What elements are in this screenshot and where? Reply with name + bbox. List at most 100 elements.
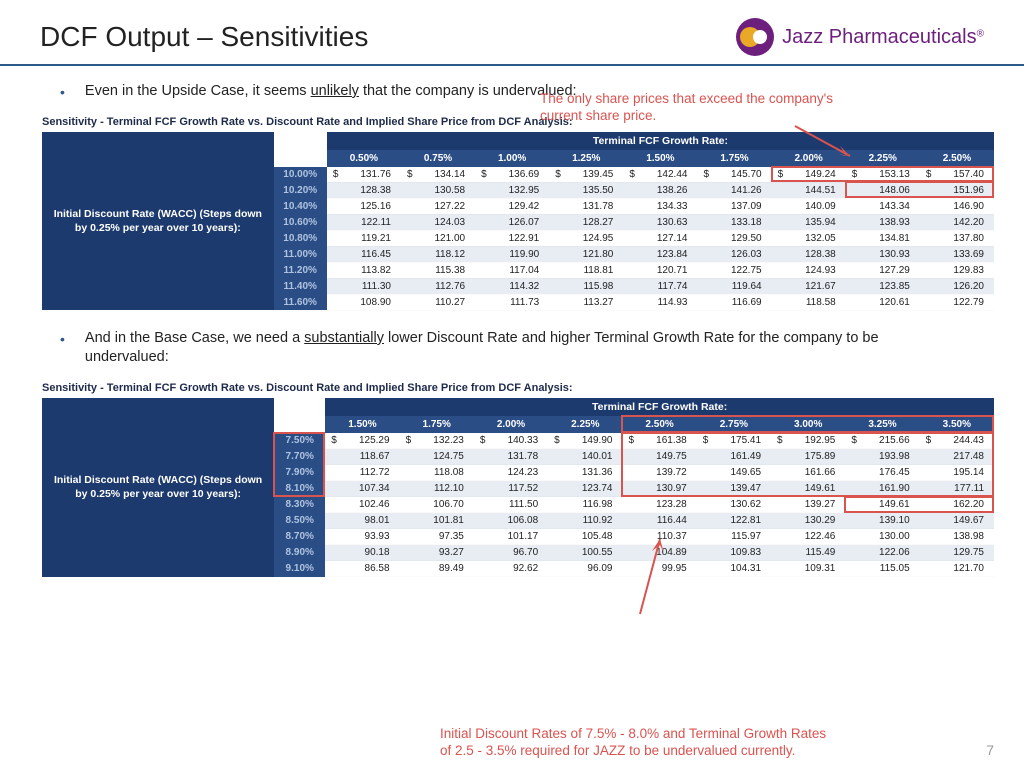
cell: 217.48: [920, 449, 994, 465]
cell: $136.69: [475, 167, 549, 183]
cell: 134.81: [846, 230, 920, 246]
cell: 138.98: [920, 529, 994, 545]
col-header: 2.25%: [548, 416, 622, 433]
cell: 117.74: [623, 278, 697, 294]
cell: $192.95: [771, 433, 845, 449]
bullet-1-text: Even in the Upside Case, it seems unlike…: [85, 82, 577, 102]
brand-name: Jazz Pharmaceuticals: [782, 26, 977, 48]
cell: 149.75: [622, 449, 696, 465]
cell: 126.03: [697, 246, 771, 262]
side-label: Initial Discount Rate (WACC) (Steps down…: [42, 132, 274, 311]
cell: 120.61: [846, 294, 920, 310]
cell: 86.58: [325, 561, 399, 577]
cell: 121.80: [549, 246, 623, 262]
row-header: 8.70%: [274, 529, 325, 545]
cell: 93.93: [325, 529, 399, 545]
cell: 127.29: [846, 262, 920, 278]
row-header: 10.40%: [274, 198, 327, 214]
annotation-2: Initial Discount Rates of 7.5% - 8.0% an…: [440, 725, 840, 760]
cell: 128.38: [772, 246, 846, 262]
col-header: 3.50%: [920, 416, 994, 433]
cell: 122.11: [327, 214, 401, 230]
cell: 139.10: [845, 513, 919, 529]
col-header: 3.00%: [771, 416, 845, 433]
cell: 118.12: [401, 246, 475, 262]
cell: 111.73: [475, 294, 549, 310]
cell: 122.79: [920, 294, 994, 310]
cell: 135.94: [772, 214, 846, 230]
cell: 122.91: [475, 230, 549, 246]
cell: 118.81: [549, 262, 623, 278]
cell: 114.93: [623, 294, 697, 310]
cell: $132.23: [400, 433, 474, 449]
cell: 110.92: [548, 513, 622, 529]
cell: 146.90: [920, 198, 994, 214]
cell: 99.95: [622, 561, 696, 577]
cell: 149.67: [920, 513, 994, 529]
row-header: 10.00%: [274, 167, 327, 183]
cell: 175.89: [771, 449, 845, 465]
cell: 124.93: [772, 262, 846, 278]
cell: 106.70: [400, 497, 474, 513]
cell: 131.78: [549, 198, 623, 214]
cell: 139.27: [771, 497, 845, 513]
cell: 135.50: [549, 182, 623, 198]
cell: 128.38: [327, 182, 401, 198]
cell: 122.46: [771, 529, 845, 545]
col-header: 0.75%: [401, 150, 475, 167]
cell: 96.09: [548, 561, 622, 577]
cell: 118.67: [325, 449, 399, 465]
cell: 143.34: [846, 198, 920, 214]
cell: 132.95: [475, 182, 549, 198]
cell: 127.14: [623, 230, 697, 246]
cell: 126.20: [920, 278, 994, 294]
row-header: 8.90%: [274, 545, 325, 561]
cell: 118.08: [400, 465, 474, 481]
cell: 130.63: [623, 214, 697, 230]
cell: 97.35: [400, 529, 474, 545]
col-header: 1.50%: [623, 150, 697, 167]
cell: 132.05: [772, 230, 846, 246]
cell: 129.42: [475, 198, 549, 214]
cell: $142.44: [623, 167, 697, 183]
cell: 90.18: [325, 545, 399, 561]
cell: 116.44: [622, 513, 696, 529]
cell: 100.55: [548, 545, 622, 561]
cell: 162.20: [920, 497, 994, 513]
cell: $140.33: [474, 433, 548, 449]
cell: 122.06: [845, 545, 919, 561]
cell: 111.50: [474, 497, 548, 513]
cell: 127.22: [401, 198, 475, 214]
row-header: 10.80%: [274, 230, 327, 246]
col-header: 0.50%: [327, 150, 401, 167]
registered-mark: ®: [977, 28, 984, 39]
cell: 130.62: [697, 497, 771, 513]
page-number: 7: [986, 742, 994, 758]
cell: 148.06: [846, 182, 920, 198]
cell: 149.65: [697, 465, 771, 481]
cell: 140.01: [548, 449, 622, 465]
cell: $244.43: [920, 433, 994, 449]
cell: 116.69: [697, 294, 771, 310]
cell: 144.51: [772, 182, 846, 198]
cell: 122.81: [697, 513, 771, 529]
row-header: 11.00%: [274, 246, 327, 262]
cell: 142.20: [920, 214, 994, 230]
sensitivity-table-upside: Initial Discount Rate (WACC) (Steps down…: [42, 132, 994, 311]
cell: 119.64: [697, 278, 771, 294]
cell: 124.03: [401, 214, 475, 230]
row-header: 7.50%: [274, 433, 325, 449]
cell: $153.13: [846, 167, 920, 183]
cell: 123.28: [622, 497, 696, 513]
cell: 115.49: [771, 545, 845, 561]
cell: 110.37: [622, 529, 696, 545]
table-1-title: Sensitivity - Terminal FCF Growth Rate v…: [0, 110, 1024, 132]
cell: 112.76: [401, 278, 475, 294]
cell: 124.75: [400, 449, 474, 465]
cell: 123.85: [846, 278, 920, 294]
row-header: 9.10%: [274, 561, 325, 577]
bullet-icon: •: [60, 83, 65, 102]
cell: 118.58: [772, 294, 846, 310]
col-header: 2.00%: [772, 150, 846, 167]
cell: 112.72: [325, 465, 399, 481]
